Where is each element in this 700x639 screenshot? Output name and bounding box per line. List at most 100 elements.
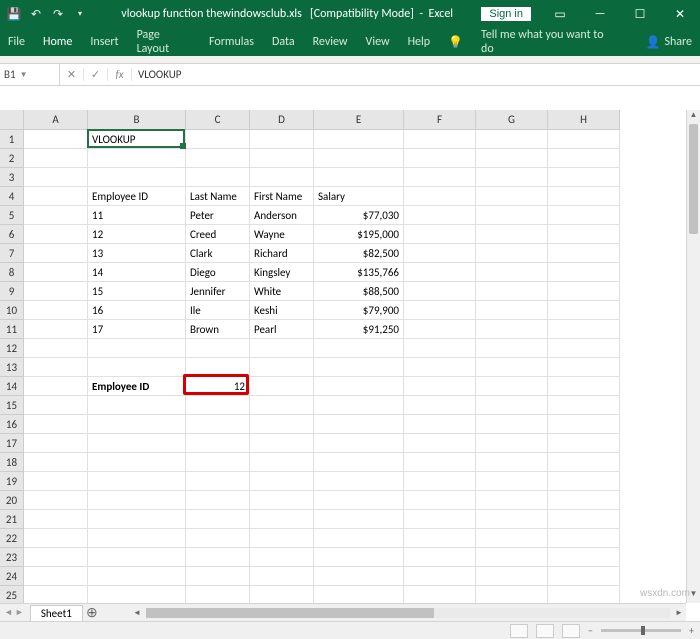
cell-G15[interactable] bbox=[476, 396, 548, 415]
tab-insert[interactable]: Insert bbox=[90, 35, 118, 49]
cell-B24[interactable] bbox=[88, 567, 186, 586]
normal-view-button[interactable] bbox=[510, 624, 528, 638]
cell-C24[interactable] bbox=[186, 567, 250, 586]
cell-G5[interactable] bbox=[476, 206, 548, 225]
cell-D25[interactable] bbox=[250, 586, 314, 603]
cell-H11[interactable] bbox=[548, 320, 620, 339]
cell-D5[interactable]: Anderson bbox=[250, 206, 314, 225]
page-break-view-button[interactable] bbox=[562, 624, 580, 638]
cell-B10[interactable]: 16 bbox=[88, 301, 186, 320]
cell-A19[interactable] bbox=[24, 472, 88, 491]
cell-C25[interactable] bbox=[186, 586, 250, 603]
undo-icon[interactable]: ↶ bbox=[28, 6, 44, 22]
cell-G19[interactable] bbox=[476, 472, 548, 491]
cell-F23[interactable] bbox=[404, 548, 476, 567]
cell-F10[interactable] bbox=[404, 301, 476, 320]
tab-page-layout[interactable]: Page Layout bbox=[137, 28, 191, 56]
cell-C14[interactable]: 12 bbox=[186, 377, 250, 396]
tab-formulas[interactable]: Formulas bbox=[209, 35, 254, 49]
row-header-11[interactable]: 11 bbox=[0, 320, 24, 339]
cell-F13[interactable] bbox=[404, 358, 476, 377]
cell-D18[interactable] bbox=[250, 453, 314, 472]
cells-area[interactable]: VLOOKUPEmployee IDLast NameFirst NameSal… bbox=[24, 130, 686, 603]
cell-G22[interactable] bbox=[476, 529, 548, 548]
cell-G12[interactable] bbox=[476, 339, 548, 358]
tab-home[interactable]: Home bbox=[43, 35, 72, 49]
cell-H1[interactable] bbox=[548, 130, 620, 149]
cell-D7[interactable]: Richard bbox=[250, 244, 314, 263]
row-header-17[interactable]: 17 bbox=[0, 434, 24, 453]
cell-D12[interactable] bbox=[250, 339, 314, 358]
cell-A17[interactable] bbox=[24, 434, 88, 453]
tab-view[interactable]: View bbox=[366, 35, 390, 49]
cell-A15[interactable] bbox=[24, 396, 88, 415]
cell-H4[interactable] bbox=[548, 187, 620, 206]
row-header-21[interactable]: 21 bbox=[0, 510, 24, 529]
row-header-9[interactable]: 9 bbox=[0, 282, 24, 301]
row-header-25[interactable]: 25 bbox=[0, 586, 24, 603]
add-sheet-button[interactable]: ⊕ bbox=[83, 606, 101, 620]
cell-E24[interactable] bbox=[314, 567, 404, 586]
cell-D14[interactable] bbox=[250, 377, 314, 396]
cell-A23[interactable] bbox=[24, 548, 88, 567]
row-header-14[interactable]: 14 bbox=[0, 377, 24, 396]
cell-H6[interactable] bbox=[548, 225, 620, 244]
cell-F7[interactable] bbox=[404, 244, 476, 263]
cell-B15[interactable] bbox=[88, 396, 186, 415]
cell-B20[interactable] bbox=[88, 491, 186, 510]
sheet-nav[interactable]: ◄► bbox=[0, 607, 28, 618]
close-button[interactable]: ✕ bbox=[660, 0, 700, 28]
cell-A13[interactable] bbox=[24, 358, 88, 377]
cell-C2[interactable] bbox=[186, 149, 250, 168]
col-header-D[interactable]: D bbox=[250, 110, 314, 130]
cell-A6[interactable] bbox=[24, 225, 88, 244]
cell-A4[interactable] bbox=[24, 187, 88, 206]
cell-F18[interactable] bbox=[404, 453, 476, 472]
enter-icon[interactable]: ✓ bbox=[84, 68, 108, 81]
cell-D15[interactable] bbox=[250, 396, 314, 415]
cell-B12[interactable] bbox=[88, 339, 186, 358]
row-header-15[interactable]: 15 bbox=[0, 396, 24, 415]
cell-G9[interactable] bbox=[476, 282, 548, 301]
cell-G6[interactable] bbox=[476, 225, 548, 244]
tab-data[interactable]: Data bbox=[272, 35, 295, 49]
share-button[interactable]: 👤 Share bbox=[645, 35, 692, 50]
row-header-2[interactable]: 2 bbox=[0, 149, 24, 168]
cell-B22[interactable] bbox=[88, 529, 186, 548]
scroll-left-icon[interactable]: ◄ bbox=[130, 608, 144, 618]
cell-D9[interactable]: White bbox=[250, 282, 314, 301]
cell-E23[interactable] bbox=[314, 548, 404, 567]
cell-G4[interactable] bbox=[476, 187, 548, 206]
page-layout-view-button[interactable] bbox=[536, 624, 554, 638]
cell-H23[interactable] bbox=[548, 548, 620, 567]
row-header-5[interactable]: 5 bbox=[0, 206, 24, 225]
cell-G20[interactable] bbox=[476, 491, 548, 510]
cell-G21[interactable] bbox=[476, 510, 548, 529]
cell-H25[interactable] bbox=[548, 586, 620, 603]
cell-H17[interactable] bbox=[548, 434, 620, 453]
cell-E13[interactable] bbox=[314, 358, 404, 377]
vertical-scrollbar[interactable]: ▲ ▼ bbox=[686, 110, 700, 603]
cell-E3[interactable] bbox=[314, 168, 404, 187]
cell-A7[interactable] bbox=[24, 244, 88, 263]
row-header-4[interactable]: 4 bbox=[0, 187, 24, 206]
sheet-tab[interactable]: Sheet1 bbox=[30, 605, 83, 621]
cell-C11[interactable]: Brown bbox=[186, 320, 250, 339]
tab-file[interactable]: File bbox=[8, 35, 25, 49]
cell-G10[interactable] bbox=[476, 301, 548, 320]
cell-F3[interactable] bbox=[404, 168, 476, 187]
cell-C19[interactable] bbox=[186, 472, 250, 491]
cell-H3[interactable] bbox=[548, 168, 620, 187]
horizontal-scrollbar[interactable]: ◄ ► bbox=[130, 603, 686, 621]
minimize-button[interactable]: — bbox=[580, 0, 620, 28]
cell-C10[interactable]: Ile bbox=[186, 301, 250, 320]
cell-B5[interactable]: 11 bbox=[88, 206, 186, 225]
cell-A18[interactable] bbox=[24, 453, 88, 472]
cell-G11[interactable] bbox=[476, 320, 548, 339]
cell-A1[interactable] bbox=[24, 130, 88, 149]
cell-B25[interactable] bbox=[88, 586, 186, 603]
chevron-down-icon[interactable]: ▼ bbox=[16, 70, 28, 80]
save-icon[interactable]: 💾 bbox=[6, 6, 22, 22]
row-header-18[interactable]: 18 bbox=[0, 453, 24, 472]
cell-C1[interactable] bbox=[186, 130, 250, 149]
